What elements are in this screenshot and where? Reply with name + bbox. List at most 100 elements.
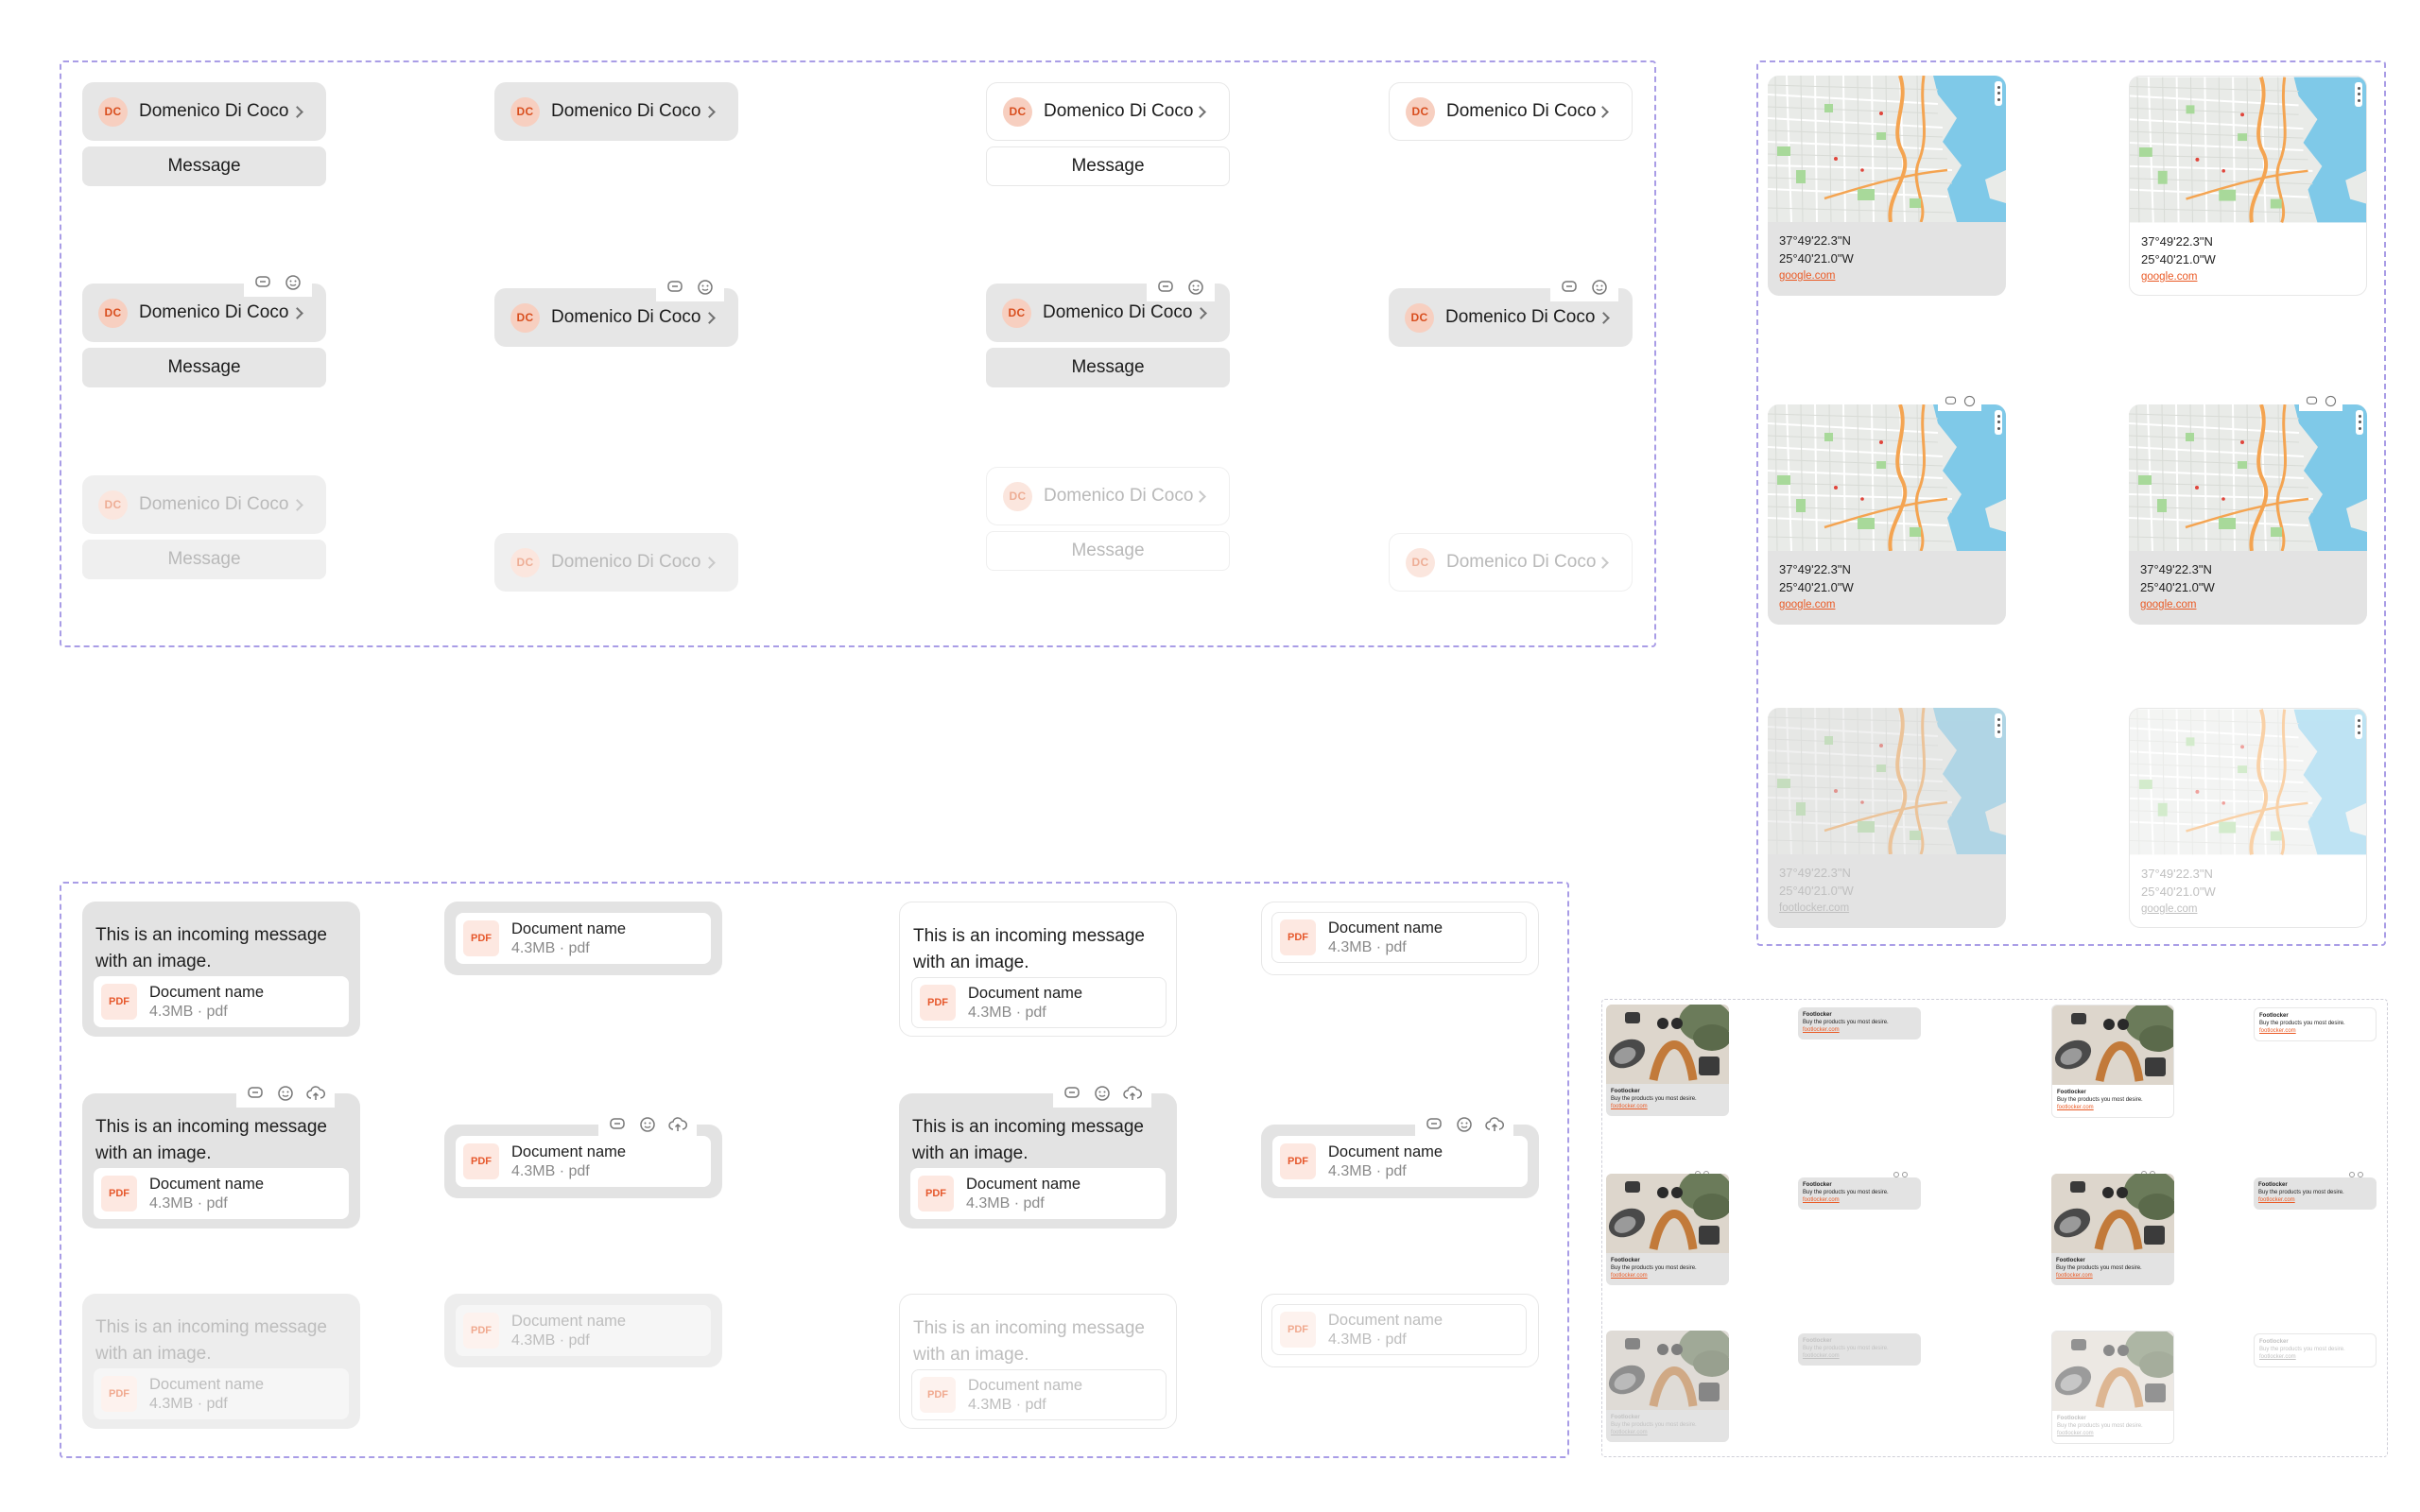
message-button[interactable]: Message: [986, 146, 1230, 186]
longitude: 25°40'21.0"W: [1779, 251, 1854, 266]
reply-icon[interactable]: [1560, 278, 1579, 297]
message-bubble[interactable]: This is an incoming message with an imag…: [82, 902, 360, 1037]
map-image[interactable]: [1768, 76, 2006, 222]
emoji-icon[interactable]: [1455, 1115, 1474, 1134]
link-url[interactable]: footlocker.com: [1611, 1272, 1724, 1280]
map-link[interactable]: google.com: [2141, 268, 2216, 286]
map-link: footlocker.com: [1779, 902, 1850, 914]
location-card[interactable]: 37°49'22.3"N 25°40'21.0"W google.com: [1768, 76, 2006, 296]
document-attachment[interactable]: PDF Document name 4.3MB · pdf: [911, 977, 1167, 1028]
link-url[interactable]: footlocker.com: [2259, 1027, 2371, 1035]
emoji-icon[interactable]: [276, 1084, 295, 1103]
contact-card[interactable]: DC Domenico Di Coco: [1389, 82, 1633, 141]
link-preview-card-hover[interactable]: Footlocker Buy the products you most desi…: [2254, 1177, 2377, 1210]
link-preview-card[interactable]: Footlocker Buy the products you most desi…: [2051, 1005, 2174, 1118]
emoji-icon[interactable]: [1962, 394, 1976, 407]
product-image[interactable]: [1606, 1174, 1729, 1253]
emoji-icon[interactable]: [1186, 278, 1205, 297]
message-button: Message: [986, 531, 1230, 571]
emoji-icon[interactable]: [696, 278, 715, 297]
document-attachment[interactable]: PDF Document name 4.3MB · pdf: [456, 1136, 711, 1187]
link-preview-card-hover[interactable]: Footlocker Buy the products you most desi…: [1606, 1174, 1729, 1285]
message-bubble-hover[interactable]: This is an incoming message with an imag…: [899, 1093, 1177, 1228]
emoji-icon[interactable]: [1590, 278, 1609, 297]
reply-icon[interactable]: [1156, 278, 1175, 297]
emoji-icon[interactable]: [1093, 1084, 1112, 1103]
emoji-icon[interactable]: [2324, 394, 2337, 407]
link-preview-card[interactable]: Footlocker Buy the products you most desi…: [2254, 1007, 2377, 1041]
location-card-hover[interactable]: 37°49'22.3"N 25°40'21.0"W google.com: [1768, 404, 2006, 625]
document-attachment[interactable]: PDF Document name 4.3MB · pdf: [910, 1168, 1166, 1219]
reply-icon[interactable]: [1944, 394, 1957, 407]
map-link[interactable]: google.com: [2140, 596, 2215, 614]
map-image[interactable]: [2130, 77, 2366, 223]
document-bubble[interactable]: PDF Document name 4.3MB · pdf: [444, 902, 722, 975]
cloud-upload-icon[interactable]: [1485, 1115, 1504, 1134]
message-button[interactable]: Message: [82, 146, 326, 186]
reply-icon[interactable]: [2305, 394, 2318, 407]
link-url[interactable]: footlocker.com: [2057, 1104, 2169, 1111]
contact-card[interactable]: DC Domenico Di Coco: [494, 82, 738, 141]
map-link[interactable]: google.com: [1779, 267, 1854, 285]
contact-header[interactable]: DC Domenico Di Coco: [986, 82, 1230, 141]
pdf-icon: PDF: [1280, 1143, 1316, 1179]
document-name: Document name: [968, 984, 1083, 1002]
link-description: Buy the products you most desire.: [1803, 1346, 1889, 1351]
reply-icon[interactable]: [666, 278, 684, 297]
latitude: 37°49'22.3"N: [2141, 234, 2213, 249]
link-url[interactable]: footlocker.com: [1803, 1026, 1916, 1034]
cloud-upload-icon[interactable]: [1123, 1084, 1142, 1103]
document-attachment[interactable]: PDF Document name 4.3MB · pdf: [1271, 912, 1527, 963]
more-vertical-icon[interactable]: [1995, 410, 2002, 435]
reply-icon[interactable]: [253, 273, 272, 292]
message-bubble-hover[interactable]: This is an incoming message with an imag…: [82, 1093, 360, 1228]
link-preview-card[interactable]: Footlocker Buy the products you most desi…: [1798, 1007, 1921, 1040]
more-vertical-icon[interactable]: [2356, 410, 2363, 435]
emoji-icon[interactable]: [638, 1115, 657, 1134]
map-link[interactable]: google.com: [1779, 596, 1854, 614]
contact-header[interactable]: DC Domenico Di Coco: [1389, 82, 1633, 141]
location-card[interactable]: 37°49'22.3"N 25°40'21.0"W google.com: [2129, 76, 2367, 296]
reply-icon[interactable]: [608, 1115, 627, 1134]
latitude: 37°49'22.3"N: [2141, 867, 2213, 881]
link-url[interactable]: footlocker.com: [2258, 1196, 2372, 1204]
document-meta: 4.3MB · pdf: [968, 1396, 1046, 1413]
document-attachment[interactable]: PDF Document name 4.3MB · pdf: [94, 1168, 349, 1219]
location-card-hover[interactable]: 37°49'22.3"N 25°40'21.0"W google.com: [2129, 404, 2367, 625]
link-url[interactable]: footlocker.com: [1611, 1103, 1724, 1110]
contact-card[interactable]: DC Domenico Di Coco Message: [986, 82, 1230, 186]
reply-icon[interactable]: [1425, 1115, 1443, 1134]
reply-icon[interactable]: [246, 1084, 265, 1103]
link-url[interactable]: footlocker.com: [2056, 1272, 2169, 1280]
product-image[interactable]: [2051, 1174, 2174, 1253]
more-vertical-icon[interactable]: [2355, 82, 2362, 107]
link-preview-card-hover[interactable]: Footlocker Buy the products you most desi…: [1798, 1177, 1921, 1210]
document-attachment[interactable]: PDF Document name 4.3MB · pdf: [94, 976, 349, 1027]
contact-name: Domenico Di Coco: [139, 302, 289, 322]
link-description: Buy the products you most desire.: [1611, 1265, 1697, 1271]
document-bubble[interactable]: PDF Document name 4.3MB · pdf: [1261, 902, 1539, 975]
message-button[interactable]: Message: [82, 348, 326, 387]
message-bubble[interactable]: This is an incoming message with an imag…: [899, 902, 1177, 1037]
contact-header[interactable]: DC Domenico Di Coco: [82, 82, 326, 141]
product-image[interactable]: [2052, 1005, 2174, 1085]
cloud-upload-icon[interactable]: [306, 1084, 325, 1103]
link-preview-card-hover[interactable]: Footlocker Buy the products you most desi…: [2051, 1174, 2174, 1285]
link-preview-card[interactable]: Footlocker Buy the products you most desi…: [1606, 1005, 1729, 1116]
map-image[interactable]: [2129, 404, 2367, 551]
link-url[interactable]: footlocker.com: [1803, 1196, 1916, 1204]
emoji-icon[interactable]: [284, 273, 302, 292]
contact-header[interactable]: DC Domenico Di Coco: [494, 82, 738, 141]
more-vertical-icon[interactable]: [1995, 81, 2002, 106]
product-image[interactable]: [1606, 1005, 1729, 1084]
contact-card[interactable]: DC Domenico Di Coco Message: [82, 82, 326, 186]
avatar: DC: [98, 490, 128, 520]
message-button[interactable]: Message: [986, 348, 1230, 387]
document-attachment[interactable]: PDF Document name 4.3MB · pdf: [456, 913, 711, 964]
cloud-upload-icon[interactable]: [668, 1115, 687, 1134]
reply-icon[interactable]: [1063, 1084, 1081, 1103]
map-image[interactable]: [1768, 404, 2006, 551]
contact-card-hover[interactable]: DC Domenico Di Coco Message: [82, 284, 326, 387]
longitude: 25°40'21.0"W: [1779, 884, 1854, 898]
document-attachment[interactable]: PDF Document name 4.3MB · pdf: [1272, 1136, 1528, 1187]
